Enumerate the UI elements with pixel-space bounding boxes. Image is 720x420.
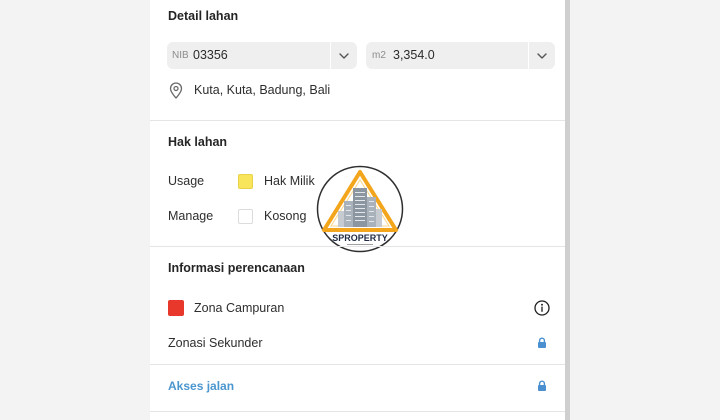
lock-icon [538,337,546,348]
section-divider [150,120,565,121]
nib-value: 03356 [193,48,228,62]
manage-color-swatch [238,209,253,224]
info-icon[interactable] [534,300,550,316]
section-divider [150,246,565,247]
area-select[interactable]: m2 3,354.0 [366,42,555,69]
section-title-informasi-perencanaan: Informasi perencanaan [168,261,305,275]
zona-color-swatch [168,300,184,316]
section-title-detail-lahan: Detail lahan [168,9,239,23]
section-title-hak-lahan: Hak lahan [168,135,228,149]
map-pin-icon [169,82,183,99]
lock-icon [538,380,546,391]
manage-value: Kosong [264,209,307,223]
chevron-down-icon[interactable] [331,42,357,69]
usage-color-swatch [238,174,253,189]
watermark-logo-icon: SPROPERTY [316,165,404,253]
akses-jalan-link[interactable]: Akses jalan [168,377,234,395]
zonasi-sekunder-label: Zonasi Sekunder [168,336,263,350]
section-divider [150,411,565,412]
watermark-text: SPROPERTY [332,233,388,243]
scrollbar[interactable] [565,0,570,420]
chevron-down-icon[interactable] [529,42,555,69]
usage-value: Hak Milik [264,174,315,188]
location-text: Kuta, Kuta, Badung, Bali [194,83,331,97]
section-divider [150,364,565,365]
zona-label: Zona Campuran [194,301,285,315]
nib-prefix-label: NIB [172,50,189,61]
nib-select[interactable]: NIB 03356 [167,42,357,69]
area-unit-label: m2 [372,50,386,61]
usage-label: Usage [168,174,205,188]
manage-label: Manage [168,209,214,223]
area-value: 3,354.0 [393,48,435,62]
